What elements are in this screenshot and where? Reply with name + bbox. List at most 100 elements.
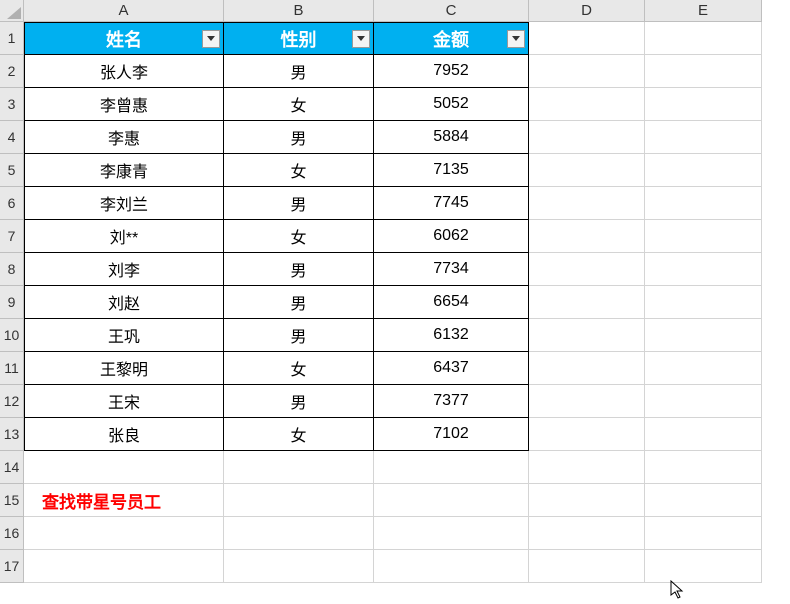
cell-D11[interactable]: [529, 352, 645, 385]
cell-D13[interactable]: [529, 418, 645, 451]
cell-E14[interactable]: [645, 451, 762, 484]
cell-C14[interactable]: [374, 451, 529, 484]
cell-A12[interactable]: 王宋: [24, 385, 224, 418]
cell-B1[interactable]: 性别: [224, 22, 374, 55]
cell-E8[interactable]: [645, 253, 762, 286]
cell-D10[interactable]: [529, 319, 645, 352]
cell-B7[interactable]: 女: [224, 220, 374, 253]
cell-D15[interactable]: [529, 484, 645, 517]
row-header-1[interactable]: 1: [0, 22, 24, 55]
filter-dropdown-icon[interactable]: [352, 30, 370, 48]
cell-grid[interactable]: 姓名性别金额张人李男7952李曾惠女5052李惠男5884李康青女7135李刘兰…: [24, 22, 762, 583]
cell-E11[interactable]: [645, 352, 762, 385]
cell-E3[interactable]: [645, 88, 762, 121]
filter-dropdown-icon[interactable]: [202, 30, 220, 48]
cell-A16[interactable]: [24, 517, 224, 550]
filter-dropdown-icon[interactable]: [507, 30, 525, 48]
cell-B12[interactable]: 男: [224, 385, 374, 418]
cell-C10[interactable]: 6132: [374, 319, 529, 352]
cell-E9[interactable]: [645, 286, 762, 319]
cell-B15[interactable]: [224, 484, 374, 517]
row-header-13[interactable]: 13: [0, 418, 24, 451]
cell-C8[interactable]: 7734: [374, 253, 529, 286]
cell-C4[interactable]: 5884: [374, 121, 529, 154]
row-header-10[interactable]: 10: [0, 319, 24, 352]
cell-A15[interactable]: 查找带星号员工: [24, 484, 224, 517]
cell-A9[interactable]: 刘赵: [24, 286, 224, 319]
row-header-17[interactable]: 17: [0, 550, 24, 583]
cell-D17[interactable]: [529, 550, 645, 583]
row-header-12[interactable]: 12: [0, 385, 24, 418]
cell-D1[interactable]: [529, 22, 645, 55]
cell-E15[interactable]: [645, 484, 762, 517]
cell-B10[interactable]: 男: [224, 319, 374, 352]
cell-E7[interactable]: [645, 220, 762, 253]
cell-E2[interactable]: [645, 55, 762, 88]
cell-D8[interactable]: [529, 253, 645, 286]
cell-E10[interactable]: [645, 319, 762, 352]
cell-E6[interactable]: [645, 187, 762, 220]
cell-D7[interactable]: [529, 220, 645, 253]
select-all-corner[interactable]: [0, 0, 24, 22]
cell-C7[interactable]: 6062: [374, 220, 529, 253]
row-header-15[interactable]: 15: [0, 484, 24, 517]
cell-A7[interactable]: 刘**: [24, 220, 224, 253]
cell-D14[interactable]: [529, 451, 645, 484]
cell-C17[interactable]: [374, 550, 529, 583]
cell-A17[interactable]: [24, 550, 224, 583]
cell-E4[interactable]: [645, 121, 762, 154]
cell-A13[interactable]: 张良: [24, 418, 224, 451]
cell-C16[interactable]: [374, 517, 529, 550]
cell-B9[interactable]: 男: [224, 286, 374, 319]
cell-B8[interactable]: 男: [224, 253, 374, 286]
cell-A8[interactable]: 刘李: [24, 253, 224, 286]
cell-B16[interactable]: [224, 517, 374, 550]
cell-B14[interactable]: [224, 451, 374, 484]
cell-D12[interactable]: [529, 385, 645, 418]
cell-E12[interactable]: [645, 385, 762, 418]
cell-D5[interactable]: [529, 154, 645, 187]
cell-A6[interactable]: 李刘兰: [24, 187, 224, 220]
cell-A3[interactable]: 李曾惠: [24, 88, 224, 121]
cell-D9[interactable]: [529, 286, 645, 319]
cell-C9[interactable]: 6654: [374, 286, 529, 319]
cell-C12[interactable]: 7377: [374, 385, 529, 418]
cell-D2[interactable]: [529, 55, 645, 88]
row-header-16[interactable]: 16: [0, 517, 24, 550]
cell-A10[interactable]: 王巩: [24, 319, 224, 352]
cell-C13[interactable]: 7102: [374, 418, 529, 451]
row-header-5[interactable]: 5: [0, 154, 24, 187]
cell-C3[interactable]: 5052: [374, 88, 529, 121]
cell-D16[interactable]: [529, 517, 645, 550]
cell-C11[interactable]: 6437: [374, 352, 529, 385]
cell-B2[interactable]: 男: [224, 55, 374, 88]
cell-B3[interactable]: 女: [224, 88, 374, 121]
cell-E16[interactable]: [645, 517, 762, 550]
cell-D6[interactable]: [529, 187, 645, 220]
cell-B6[interactable]: 男: [224, 187, 374, 220]
row-header-2[interactable]: 2: [0, 55, 24, 88]
row-header-11[interactable]: 11: [0, 352, 24, 385]
cell-A5[interactable]: 李康青: [24, 154, 224, 187]
cell-E1[interactable]: [645, 22, 762, 55]
cell-C2[interactable]: 7952: [374, 55, 529, 88]
cell-A14[interactable]: [24, 451, 224, 484]
cell-A11[interactable]: 王黎明: [24, 352, 224, 385]
column-header-C[interactable]: C: [374, 0, 529, 22]
cell-E13[interactable]: [645, 418, 762, 451]
cell-A1[interactable]: 姓名: [24, 22, 224, 55]
cell-D4[interactable]: [529, 121, 645, 154]
cell-B11[interactable]: 女: [224, 352, 374, 385]
cell-B13[interactable]: 女: [224, 418, 374, 451]
row-header-14[interactable]: 14: [0, 451, 24, 484]
cell-B4[interactable]: 男: [224, 121, 374, 154]
cell-C1[interactable]: 金额: [374, 22, 529, 55]
cell-A2[interactable]: 张人李: [24, 55, 224, 88]
row-header-6[interactable]: 6: [0, 187, 24, 220]
column-header-B[interactable]: B: [224, 0, 374, 22]
row-header-9[interactable]: 9: [0, 286, 24, 319]
column-header-A[interactable]: A: [24, 0, 224, 22]
row-header-7[interactable]: 7: [0, 220, 24, 253]
cell-C6[interactable]: 7745: [374, 187, 529, 220]
column-header-E[interactable]: E: [645, 0, 762, 22]
